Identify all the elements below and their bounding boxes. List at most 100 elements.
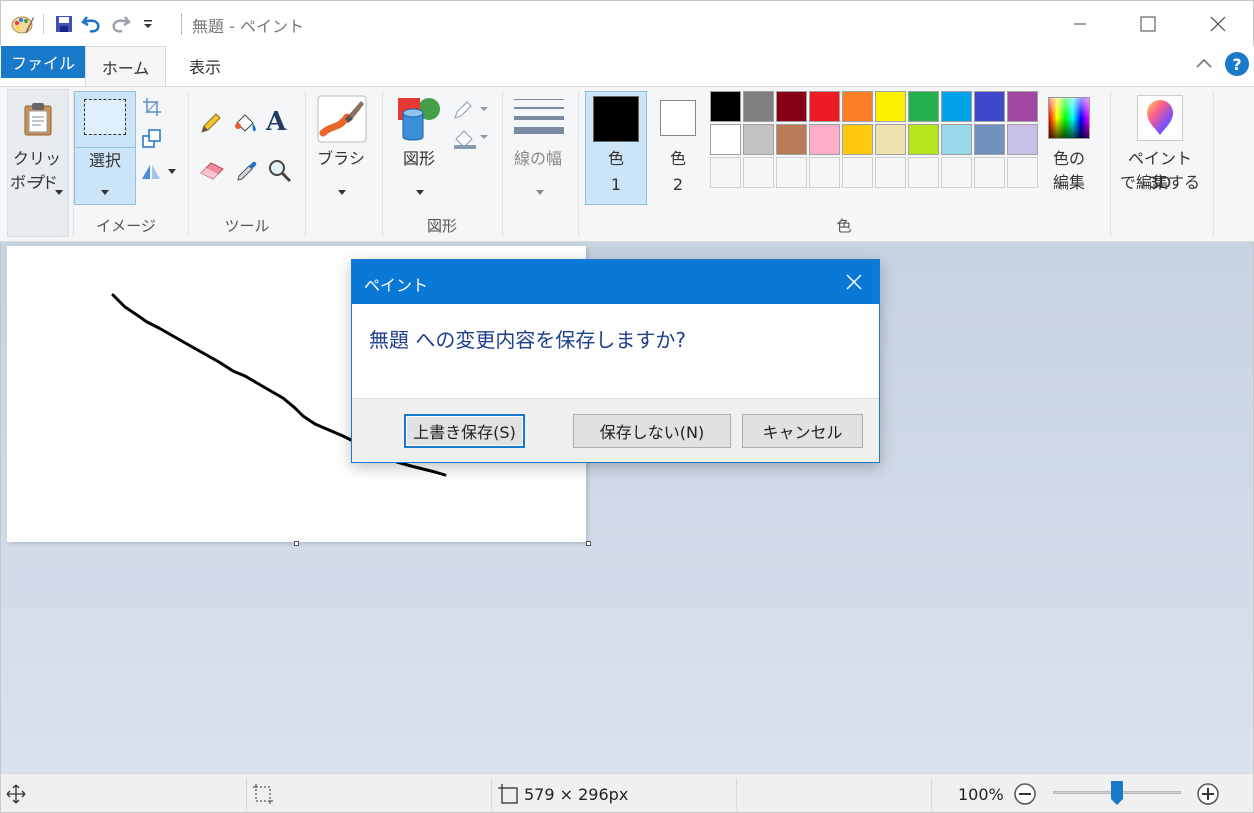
palette-swatch[interactable]	[908, 91, 939, 122]
color1-label: 色	[607, 149, 624, 168]
save-button[interactable]: 上書き保存(S)	[404, 414, 525, 448]
palette-swatch[interactable]	[875, 91, 906, 122]
canvas-resize-handle-corner[interactable]	[586, 541, 591, 546]
palette-custom-slot[interactable]	[875, 157, 906, 188]
palette-swatch[interactable]	[809, 124, 840, 155]
palette-custom-slot[interactable]	[941, 157, 972, 188]
pencil-icon[interactable]	[199, 111, 223, 139]
select-label[interactable]: 選択	[74, 149, 136, 173]
palette-custom-slot[interactable]	[809, 157, 840, 188]
palette-custom-slot[interactable]	[842, 157, 873, 188]
clipboard-dropdown-icon[interactable]	[55, 181, 63, 200]
line-width-icon[interactable]	[514, 97, 564, 141]
palette-swatch[interactable]	[974, 91, 1005, 122]
cursor-position-icon	[6, 784, 26, 808]
help-icon[interactable]: ?	[1225, 52, 1249, 76]
dialog-title: ペイント	[364, 276, 429, 295]
select-rectangle-icon	[84, 99, 126, 135]
eraser-tool-icon[interactable]	[199, 159, 225, 185]
magnifier-icon[interactable]	[268, 159, 292, 187]
brushes-dropdown-icon[interactable]	[338, 181, 346, 200]
palette-swatch[interactable]	[743, 124, 774, 155]
color1-swatch	[593, 96, 639, 142]
color1-number: 1	[610, 175, 622, 194]
clipboard-label-line2[interactable]: ボード	[6, 171, 62, 195]
save-changes-dialog: ペイント 無題 への変更内容を保存しますか? 上書き保存(S) 保存しない(N)…	[351, 259, 880, 463]
line-width-dropdown-icon[interactable]	[536, 181, 544, 200]
line-width-label[interactable]: 線の幅	[505, 147, 571, 171]
select-dropdown-icon[interactable]	[101, 181, 109, 200]
palette-swatch[interactable]	[776, 124, 807, 155]
palette-swatch[interactable]	[710, 91, 741, 122]
ribbon-tabs: ファイル ホーム 表示 ?	[0, 46, 1254, 86]
dont-save-button[interactable]: 保存しない(N)	[573, 414, 731, 448]
canvas-resize-handle-bottom[interactable]	[294, 541, 299, 546]
outline-icon[interactable]	[452, 99, 490, 125]
palette-custom-slot[interactable]	[776, 157, 807, 188]
paste-icon[interactable]	[14, 95, 62, 143]
save-icon[interactable]	[50, 11, 78, 37]
redo-icon[interactable]	[106, 11, 134, 37]
fill-icon[interactable]	[233, 111, 259, 139]
paint-app-icon[interactable]	[9, 11, 37, 37]
resize-icon[interactable]	[142, 129, 162, 153]
palette-swatch[interactable]	[875, 124, 906, 155]
tab-home[interactable]: ホーム	[85, 46, 166, 86]
paint3d-icon[interactable]	[1137, 95, 1183, 141]
zoom-out-icon[interactable]	[1013, 782, 1037, 810]
group-separator	[1110, 91, 1111, 237]
maximize-button[interactable]	[1125, 1, 1171, 47]
undo-icon[interactable]	[78, 11, 106, 37]
text-tool-icon[interactable]: A	[266, 107, 286, 137]
edit-colors-label-line1[interactable]: 色の	[1040, 147, 1098, 171]
dialog-close-button[interactable]	[829, 260, 879, 304]
palette-custom-slot[interactable]	[1007, 157, 1038, 188]
close-window-button[interactable]	[1195, 1, 1241, 47]
edit-colors-label-line2[interactable]: 編集	[1040, 171, 1098, 195]
shapes-dropdown-icon[interactable]	[416, 181, 424, 200]
palette-swatch[interactable]	[1007, 124, 1038, 155]
zoom-in-icon[interactable]	[1196, 782, 1220, 810]
palette-custom-slot[interactable]	[908, 157, 939, 188]
tab-file[interactable]: ファイル	[1, 46, 85, 78]
palette-custom-slot[interactable]	[974, 157, 1005, 188]
canvas-size-icon	[497, 783, 519, 809]
palette-swatch[interactable]	[710, 124, 741, 155]
palette-swatch[interactable]	[842, 91, 873, 122]
customize-qat-icon[interactable]	[134, 11, 162, 37]
palette-custom-slot[interactable]	[743, 157, 774, 188]
palette-swatch[interactable]	[743, 91, 774, 122]
edit-colors-icon[interactable]	[1048, 97, 1090, 139]
group-separator	[188, 91, 189, 237]
palette-swatch[interactable]	[809, 91, 840, 122]
palette-swatch[interactable]	[776, 91, 807, 122]
rotate-icon[interactable]	[140, 161, 176, 185]
palette-swatch[interactable]	[974, 124, 1005, 155]
crop-icon[interactable]	[142, 97, 162, 121]
shapes-icon[interactable]	[395, 95, 443, 147]
group-separator	[578, 91, 579, 237]
brushes-icon[interactable]	[317, 95, 367, 143]
palette-swatch[interactable]	[941, 124, 972, 155]
tab-view[interactable]: 表示	[166, 46, 244, 86]
palette-swatch[interactable]	[908, 124, 939, 155]
palette-swatch[interactable]	[941, 91, 972, 122]
fill-shape-icon[interactable]	[452, 127, 490, 155]
status-separator	[931, 778, 932, 810]
palette-swatch[interactable]	[842, 124, 873, 155]
cancel-button[interactable]: キャンセル	[742, 414, 863, 448]
image-group-label: イメージ	[96, 217, 156, 235]
color-picker-icon[interactable]	[235, 159, 259, 187]
collapse-ribbon-icon[interactable]	[1194, 54, 1214, 78]
status-separator	[491, 778, 492, 810]
shapes-label[interactable]: 図形	[388, 147, 450, 171]
dialog-message: 無題 への変更内容を保存しますか?	[369, 328, 686, 352]
brushes-label[interactable]: ブラシ	[309, 147, 373, 171]
paint3d-label-line2[interactable]: で編集する	[1116, 171, 1204, 195]
palette-swatch[interactable]	[1007, 91, 1038, 122]
palette-custom-slot[interactable]	[710, 157, 741, 188]
group-separator	[382, 91, 383, 237]
zoom-slider-thumb[interactable]	[1110, 780, 1124, 806]
color2-swatch	[660, 100, 696, 136]
minimize-button[interactable]	[1057, 1, 1103, 47]
